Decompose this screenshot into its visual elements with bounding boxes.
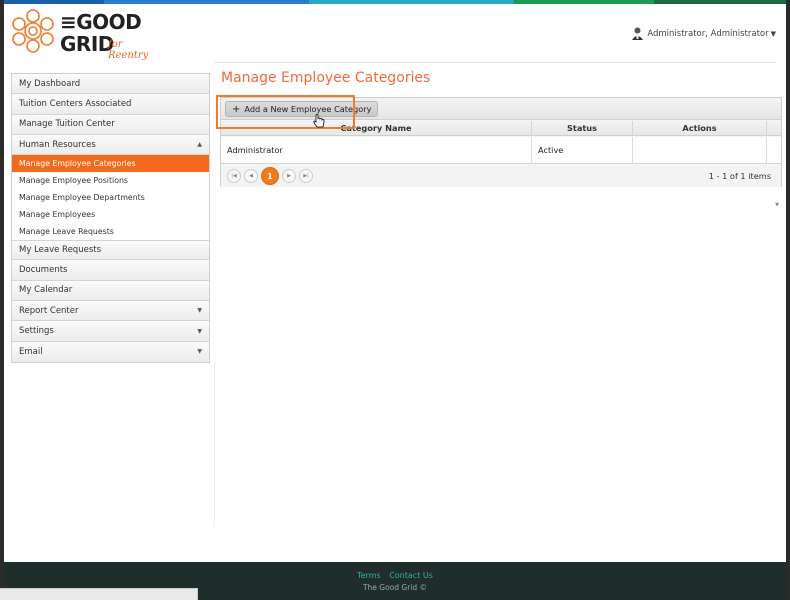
pager-first-icon[interactable]: |◀	[227, 169, 241, 183]
header-divider	[214, 62, 776, 63]
user-avatar-icon	[632, 27, 644, 40]
sidebar-item-label: My Dashboard	[19, 78, 81, 89]
cell-status: Active	[532, 137, 633, 163]
user-name: Administrator, Administrator	[647, 28, 769, 39]
sidebar-item-documents[interactable]: Documents	[12, 260, 209, 281]
pager: |◀ ◀ 1 ▶ ▶| 1 - 1 of 1 items	[221, 165, 781, 187]
sidebar-item-dashboard[interactable]: My Dashboard	[12, 74, 209, 95]
column-header-actions[interactable]: Actions	[633, 121, 767, 135]
chevron-up-icon: ▲	[197, 141, 202, 149]
sidebar-sub-leave-requests[interactable]: Manage Leave Requests	[12, 223, 209, 241]
sidebar-item-label: Manage Tuition Center	[19, 119, 115, 130]
footer-links: Terms Contact Us	[4, 571, 786, 580]
sidebar-item-label: My Leave Requests	[19, 245, 102, 256]
pager-next-icon[interactable]: ▶	[282, 169, 296, 183]
user-menu[interactable]: Administrator, Administrator ▼	[632, 27, 776, 40]
sidebar: My Dashboard Tuition Centers Associated …	[11, 73, 210, 363]
sidebar-item-label: Documents	[19, 265, 68, 276]
terms-link[interactable]: Terms	[357, 571, 381, 580]
table-row[interactable]: Administrator Active ▼	[221, 137, 781, 208]
sidebar-item-label: Email	[19, 346, 43, 357]
sidebar-item-label: Settings	[19, 326, 54, 337]
page: ≡GOOD GRID for Reentry Administrator, Ad…	[4, 0, 786, 562]
chevron-down-icon: ▼	[197, 327, 202, 335]
sidebar-item-my-leave[interactable]: My Leave Requests	[12, 240, 209, 261]
logo-text-grid: GRID	[60, 32, 114, 56]
header-scroll-spacer	[767, 121, 781, 135]
chevron-down-icon: ▼	[197, 307, 202, 315]
cell-category-name: Administrator	[221, 137, 532, 163]
logo-gear-icon	[12, 9, 54, 53]
pager-page-current[interactable]: 1	[261, 167, 279, 185]
sidebar-item-label: Tuition Centers Associated	[19, 98, 132, 109]
sidebar-sub-employee-departments[interactable]: Manage Employee Departments	[12, 189, 209, 207]
scroll-down-icon[interactable]: ▼	[775, 192, 779, 219]
sidebar-item-email[interactable]: Email ▼	[12, 341, 209, 362]
sidebar-item-label: Report Center	[19, 305, 79, 316]
sidebar-item-human-resources[interactable]: Human Resources ▲	[12, 134, 209, 156]
cell-actions[interactable]	[633, 137, 767, 163]
top-color-bar	[4, 0, 786, 4]
sidebar-item-settings[interactable]: Settings ▼	[12, 321, 209, 342]
pager-info: 1 - 1 of 1 items	[708, 171, 771, 181]
sidebar-item-calendar[interactable]: My Calendar	[12, 280, 209, 302]
caret-down-icon: ▼	[770, 29, 776, 38]
pager-prev-icon[interactable]: ◀	[244, 169, 258, 183]
pager-last-icon[interactable]: ▶|	[299, 169, 313, 183]
contact-us-link[interactable]: Contact Us	[389, 571, 433, 580]
sidebar-sub-employees[interactable]: Manage Employees	[12, 206, 209, 224]
sidebar-item-tuition-centers[interactable]: Tuition Centers Associated	[12, 94, 209, 115]
column-header-status[interactable]: Status	[532, 121, 633, 135]
sidebar-sub-employee-positions[interactable]: Manage Employee Positions	[12, 172, 209, 190]
sidebar-sub-employee-categories[interactable]: Manage Employee Categories	[12, 155, 209, 173]
page-title: Manage Employee Categories	[221, 70, 431, 86]
sidebar-item-label: Human Resources	[19, 139, 96, 150]
highlight-box	[216, 95, 355, 129]
sidebar-item-label: My Calendar	[19, 285, 73, 296]
hand-cursor-icon	[313, 114, 325, 128]
logo-text-good: ≡GOOD	[60, 10, 142, 34]
chevron-down-icon: ▼	[197, 348, 202, 356]
logo[interactable]: ≡GOOD GRID for Reentry	[10, 8, 160, 61]
browser-status-bar	[0, 588, 198, 600]
sidebar-item-report-center[interactable]: Report Center ▼	[12, 301, 209, 322]
row-scrollbar[interactable]: ▼	[767, 137, 781, 208]
sidebar-item-manage-tuition[interactable]: Manage Tuition Center	[12, 114, 209, 135]
logo-tagline: for Reentry	[108, 39, 149, 61]
content-divider	[214, 362, 215, 527]
